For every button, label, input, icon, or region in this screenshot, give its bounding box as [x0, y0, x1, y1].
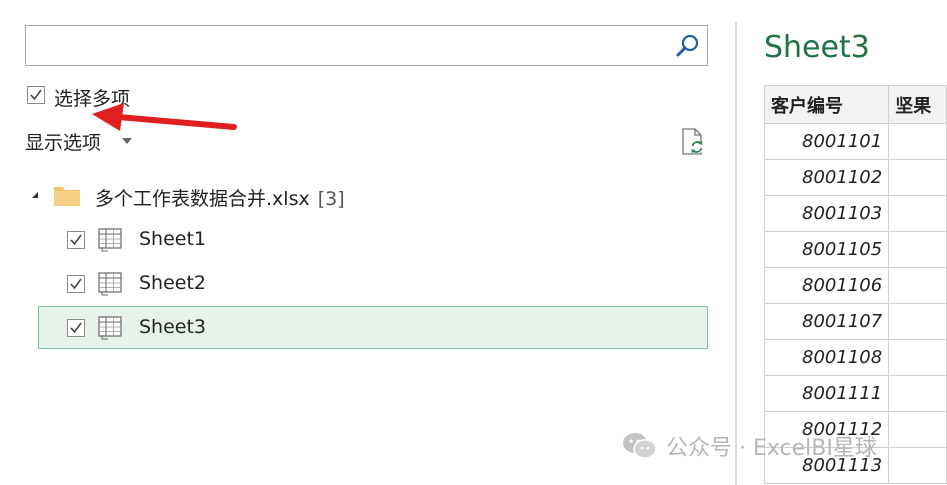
display-options-dropdown[interactable]: 显示选项	[25, 128, 137, 154]
table-sheet-icon	[98, 316, 124, 344]
multi-select-option[interactable]: 选择多项	[25, 84, 155, 110]
table-row: 8001102	[763, 159, 947, 196]
tree-item-sheet3[interactable]: Sheet3	[38, 306, 708, 349]
workbook-name: 多个工作表数据合并.xlsx	[95, 188, 310, 210]
sheet3-checkbox[interactable]	[67, 319, 85, 337]
tree-root-label: 多个工作表数据合并.xlsx [3]	[95, 184, 345, 211]
table-row: 8001111	[763, 375, 947, 412]
table-cell: 8001108	[763, 339, 890, 376]
preview-title: Sheet3	[764, 30, 870, 65]
table-sheet-icon	[98, 272, 124, 300]
tree-item-label: Sheet3	[139, 316, 207, 338]
watermark: 公众号 · ExcelBI星球	[622, 430, 942, 462]
column-header: 客户编号	[763, 85, 890, 124]
table-cell	[888, 303, 947, 340]
table-cell: 8001103	[763, 195, 890, 232]
sheet-count: [3]	[317, 188, 345, 210]
table-row: 8001105	[763, 231, 947, 268]
table-sheet-icon	[98, 228, 124, 256]
table-cell	[888, 267, 947, 304]
table-row: 8001107	[763, 303, 947, 340]
display-options-label: 显示选项	[25, 132, 102, 154]
search-box[interactable]	[25, 25, 708, 66]
table-cell: 8001107	[763, 303, 890, 340]
sheet2-checkbox[interactable]	[67, 275, 85, 293]
table-cell: 8001106	[763, 267, 890, 304]
table-cell: 8001105	[763, 231, 890, 268]
table-cell: 8001101	[763, 123, 890, 160]
table-cell: 8001111	[763, 375, 890, 412]
table-cell	[888, 159, 947, 196]
table-row: 8001101	[763, 123, 947, 160]
tree-item-sheet1[interactable]: Sheet1	[38, 220, 708, 260]
wechat-icon	[622, 432, 658, 466]
preview-table: 客户编号 坚果 8001101 8001102 8001103 8001105 …	[763, 85, 947, 484]
table-cell	[888, 123, 947, 160]
checkmark-icon	[70, 234, 82, 246]
table-row: 8001103	[763, 195, 947, 232]
folder-icon	[53, 183, 81, 211]
table-cell	[888, 231, 947, 268]
pane-splitter[interactable]	[735, 22, 737, 485]
tree-item-sheet2[interactable]: Sheet2	[38, 264, 708, 304]
search-input[interactable]	[32, 32, 666, 61]
watermark-text: 公众号 · ExcelBI星球	[666, 436, 877, 461]
refresh-file-icon[interactable]	[678, 127, 708, 157]
checkmark-icon	[70, 322, 82, 334]
tree-root-workbook[interactable]: 多个工作表数据合并.xlsx [3]	[25, 180, 715, 212]
multi-select-label: 选择多项	[54, 88, 131, 110]
caret-down-icon	[122, 138, 132, 144]
table-row: 8001108	[763, 339, 947, 376]
tree-item-label: Sheet1	[139, 228, 207, 250]
table-cell	[888, 339, 947, 376]
checkmark-icon	[30, 89, 42, 101]
checkmark-icon	[70, 278, 82, 290]
tree-item-label: Sheet2	[139, 272, 207, 294]
search-icon[interactable]	[675, 33, 701, 59]
multi-select-checkbox[interactable]	[27, 86, 45, 104]
column-header: 坚果	[888, 85, 947, 124]
table-header-row: 客户编号 坚果	[763, 85, 947, 124]
table-cell	[888, 375, 947, 412]
sheet1-checkbox[interactable]	[67, 231, 85, 249]
table-cell	[888, 195, 947, 232]
table-row: 8001106	[763, 267, 947, 304]
collapse-triangle-icon[interactable]	[32, 192, 38, 198]
table-cell: 8001102	[763, 159, 890, 196]
